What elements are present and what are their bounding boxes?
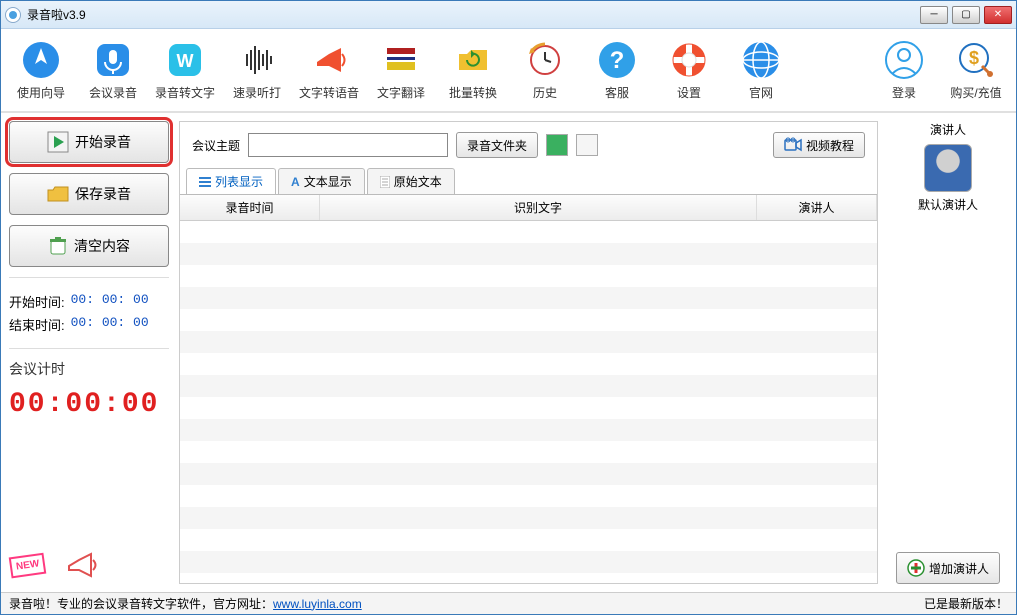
topic-label: 会议主题 — [192, 137, 240, 154]
tool-rec-to-text[interactable]: W 录音转文字 — [155, 40, 215, 101]
save-record-button[interactable]: 保存录音 — [9, 173, 169, 215]
flag-icon — [381, 40, 421, 80]
user-icon — [884, 40, 924, 80]
dollar-icon: $ — [956, 40, 996, 80]
status-text: 录音啦！专业的会议录音转文字软件，官方网址： — [9, 595, 273, 612]
clear-content-label: 清空内容 — [74, 236, 130, 256]
tool-label: 会议录音 — [89, 84, 137, 101]
maximize-button[interactable]: ▢ — [952, 6, 980, 24]
tool-login[interactable]: 登录 — [874, 40, 934, 101]
speaker-default[interactable]: 默认演讲人 — [918, 144, 978, 213]
tool-website[interactable]: 官网 — [731, 40, 791, 101]
right-panel: 演讲人 默认演讲人 增加演讲人 — [888, 121, 1008, 584]
tool-label: 使用向导 — [17, 84, 65, 101]
avatar-icon — [924, 144, 972, 192]
tool-label: 登录 — [892, 84, 916, 101]
col-recognized-text[interactable]: 识别文字 — [320, 195, 757, 220]
list-icon — [199, 177, 211, 187]
meeting-timer-label: 会议计时 — [9, 359, 169, 379]
tool-label: 录音转文字 — [155, 84, 215, 101]
color-swatch-blank[interactable] — [576, 134, 598, 156]
topic-input[interactable] — [248, 133, 448, 157]
folder-refresh-icon — [453, 40, 493, 80]
microphone-icon — [93, 40, 133, 80]
start-time-value: 00: 00: 00 — [71, 292, 149, 311]
tool-service[interactable]: ? 客服 — [587, 40, 647, 101]
tool-meeting-record[interactable]: 会议录音 — [83, 40, 143, 101]
globe-icon — [741, 40, 781, 80]
status-url-link[interactable]: www.luyinla.com — [273, 597, 362, 611]
time-group: 开始时间: 00: 00: 00 结束时间: 00: 00: 00 — [9, 288, 169, 338]
clock-history-icon — [525, 40, 565, 80]
start-record-label: 开始录音 — [75, 132, 131, 152]
titlebar: 录音啦v3.9 ─ ▢ ✕ — [1, 1, 1016, 29]
center-panel: 会议主题 录音文件夹 视频教程 列表显示 A文本显示 原始文本 录音时间 识别文… — [179, 121, 878, 584]
announce-icon[interactable] — [63, 546, 101, 584]
status-version: 已是最新版本！ — [924, 595, 1008, 612]
camera-icon — [784, 137, 802, 153]
end-time-value: 00: 00: 00 — [71, 315, 149, 334]
table-body[interactable] — [180, 221, 877, 583]
lifebuoy-icon — [669, 40, 709, 80]
tool-label: 官网 — [749, 84, 773, 101]
left-panel: 开始录音 保存录音 清空内容 开始时间: 00: 00: 00 结束时间: 00: … — [9, 121, 169, 584]
tool-settings[interactable]: 设置 — [659, 40, 719, 101]
speaker-name: 默认演讲人 — [918, 196, 978, 213]
new-badge[interactable]: NEW — [9, 546, 47, 584]
svg-text:$: $ — [969, 48, 979, 68]
minimize-button[interactable]: ─ — [920, 6, 948, 24]
w-icon: W — [165, 40, 205, 80]
view-tabs: 列表显示 A文本显示 原始文本 — [180, 168, 877, 195]
a-icon: A — [291, 175, 300, 189]
page-icon — [380, 176, 390, 188]
save-record-label: 保存录音 — [75, 184, 131, 204]
play-icon — [47, 131, 69, 153]
megaphone-icon — [309, 40, 349, 80]
tool-label: 设置 — [677, 84, 701, 101]
tool-guide[interactable]: 使用向导 — [11, 40, 71, 101]
compass-icon — [21, 40, 61, 80]
speakers-title: 演讲人 — [930, 121, 966, 138]
tool-label: 历史 — [533, 84, 557, 101]
tool-batch[interactable]: 批量转换 — [443, 40, 503, 101]
clear-content-button[interactable]: 清空内容 — [9, 225, 169, 267]
end-time-label: 结束时间: — [9, 315, 65, 334]
plus-icon — [907, 559, 925, 577]
trash-icon — [48, 236, 68, 256]
folder-save-icon — [47, 185, 69, 203]
tab-text-view[interactable]: A文本显示 — [278, 168, 365, 194]
table-header: 录音时间 识别文字 演讲人 — [180, 195, 877, 221]
soundwave-icon — [237, 40, 277, 80]
tool-label: 批量转换 — [449, 84, 497, 101]
tool-listen-type[interactable]: 速录听打 — [227, 40, 287, 101]
help-icon: ? — [597, 40, 637, 80]
meeting-timer-value: 00:00:00 — [9, 389, 169, 420]
tool-label: 文字翻译 — [377, 84, 425, 101]
tool-label: 速录听打 — [233, 84, 281, 101]
status-bar: 录音啦！专业的会议录音转文字软件，官方网址： www.luyinla.com 已… — [1, 592, 1016, 614]
record-folder-button[interactable]: 录音文件夹 — [456, 132, 538, 158]
app-icon — [5, 7, 21, 23]
main-toolbar: 使用向导 会议录音 W 录音转文字 速录听打 文字转语音 文字翻译 批量转换 历… — [1, 29, 1016, 113]
start-record-button[interactable]: 开始录音 — [9, 121, 169, 163]
svg-text:W: W — [177, 51, 194, 71]
tool-label: 客服 — [605, 84, 629, 101]
tool-label: 文字转语音 — [299, 84, 359, 101]
col-speaker[interactable]: 演讲人 — [757, 195, 877, 220]
tab-list-view[interactable]: 列表显示 — [186, 168, 276, 194]
start-time-label: 开始时间: — [9, 292, 65, 311]
window-title: 录音啦v3.9 — [27, 6, 86, 23]
col-record-time[interactable]: 录音时间 — [180, 195, 320, 220]
tool-label: 购买/充值 — [950, 84, 1001, 101]
color-swatch-green[interactable] — [546, 134, 568, 156]
tool-history[interactable]: 历史 — [515, 40, 575, 101]
tool-translate[interactable]: 文字翻译 — [371, 40, 431, 101]
tool-purchase[interactable]: $ 购买/充值 — [946, 40, 1006, 101]
close-button[interactable]: ✕ — [984, 6, 1012, 24]
svg-text:?: ? — [610, 47, 625, 74]
add-speaker-button[interactable]: 增加演讲人 — [896, 552, 1000, 584]
tool-text-to-speech[interactable]: 文字转语音 — [299, 40, 359, 101]
tab-raw-text[interactable]: 原始文本 — [367, 168, 455, 194]
video-tutorial-button[interactable]: 视频教程 — [773, 132, 865, 158]
